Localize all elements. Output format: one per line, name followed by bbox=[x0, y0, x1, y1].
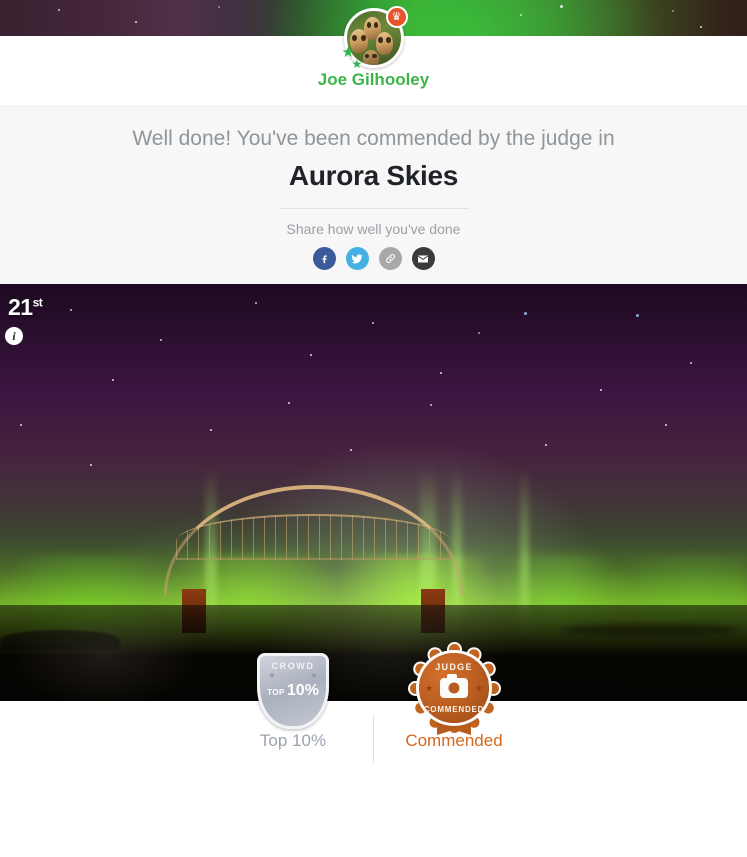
rosette-bottom-text: COMMENDED bbox=[423, 705, 485, 714]
rank-number: 21 bbox=[8, 294, 33, 320]
copy-link-icon[interactable] bbox=[378, 247, 402, 270]
star-icon: ★ bbox=[474, 683, 483, 693]
owl-illustration bbox=[362, 49, 379, 65]
star-icon: ★ bbox=[351, 57, 363, 71]
rosette-icon: JUDGE ★ ★ COMMENDED bbox=[409, 643, 499, 735]
divider bbox=[278, 208, 469, 209]
crown-icon: ♛ bbox=[385, 6, 408, 28]
shield-middle-row: ★ ★ bbox=[268, 671, 317, 680]
share-buttons bbox=[0, 247, 747, 270]
shield-bottom-text: TOP 10% bbox=[267, 682, 319, 700]
award-judge[interactable]: JUDGE ★ ★ COMMENDED Commended bbox=[374, 643, 534, 751]
contest-title[interactable]: Aurora Skies bbox=[0, 160, 747, 192]
congratulations-text: Well done! You've been commended by the … bbox=[132, 127, 615, 150]
star-icon: ★ bbox=[310, 671, 318, 680]
bridge bbox=[164, 484, 464, 633]
shield-icon: CROWD ★ ★ TOP 10% bbox=[257, 653, 329, 729]
contest-photo[interactable]: 21st i CROWD ★ ★ TOP 10% Top 10% JUDGE ★… bbox=[0, 284, 747, 786]
owl-illustration bbox=[375, 31, 394, 56]
star-icon: ★ bbox=[425, 683, 434, 693]
award-label-crowd: Top 10% bbox=[259, 731, 327, 750]
star-icon: ★ bbox=[268, 671, 276, 680]
profile-name[interactable]: Joe Gilhooley bbox=[0, 70, 747, 90]
contest-result-page: ♛ ★ ★ Joe Gilhooley Well done! You've be… bbox=[0, 0, 747, 857]
shield-top-text: CROWD bbox=[271, 661, 315, 671]
shield-pre-text: TOP bbox=[267, 688, 285, 697]
twitter-share-icon[interactable] bbox=[345, 247, 369, 270]
rosette-top-text: JUDGE bbox=[435, 662, 473, 672]
message-panel: Well done! You've been commended by the … bbox=[0, 106, 747, 284]
info-icon[interactable]: i bbox=[5, 327, 23, 345]
rosette-disc: JUDGE ★ ★ COMMENDED bbox=[419, 653, 489, 723]
judge-badge: JUDGE ★ ★ COMMENDED bbox=[409, 643, 499, 735]
award-crowd[interactable]: CROWD ★ ★ TOP 10% Top 10% bbox=[213, 653, 373, 751]
email-share-icon[interactable] bbox=[411, 247, 435, 270]
profile-block: ♛ ★ ★ Joe Gilhooley bbox=[0, 6, 747, 106]
shield-value-text: 10% bbox=[286, 682, 319, 699]
avatar-wrap[interactable]: ♛ ★ ★ bbox=[342, 6, 408, 71]
award-label-judge: Commended bbox=[405, 731, 503, 750]
share-label: Share how well you've done bbox=[286, 221, 461, 237]
rank-suffix: st bbox=[32, 295, 43, 310]
camera-icon bbox=[440, 674, 468, 698]
facebook-share-icon[interactable] bbox=[312, 247, 336, 270]
crowd-badge: CROWD ★ ★ TOP 10% bbox=[257, 653, 329, 729]
rank-label: 21st bbox=[8, 294, 43, 321]
awards-bar: CROWD ★ ★ TOP 10% Top 10% JUDGE ★ ★ COMM… bbox=[0, 643, 747, 786]
